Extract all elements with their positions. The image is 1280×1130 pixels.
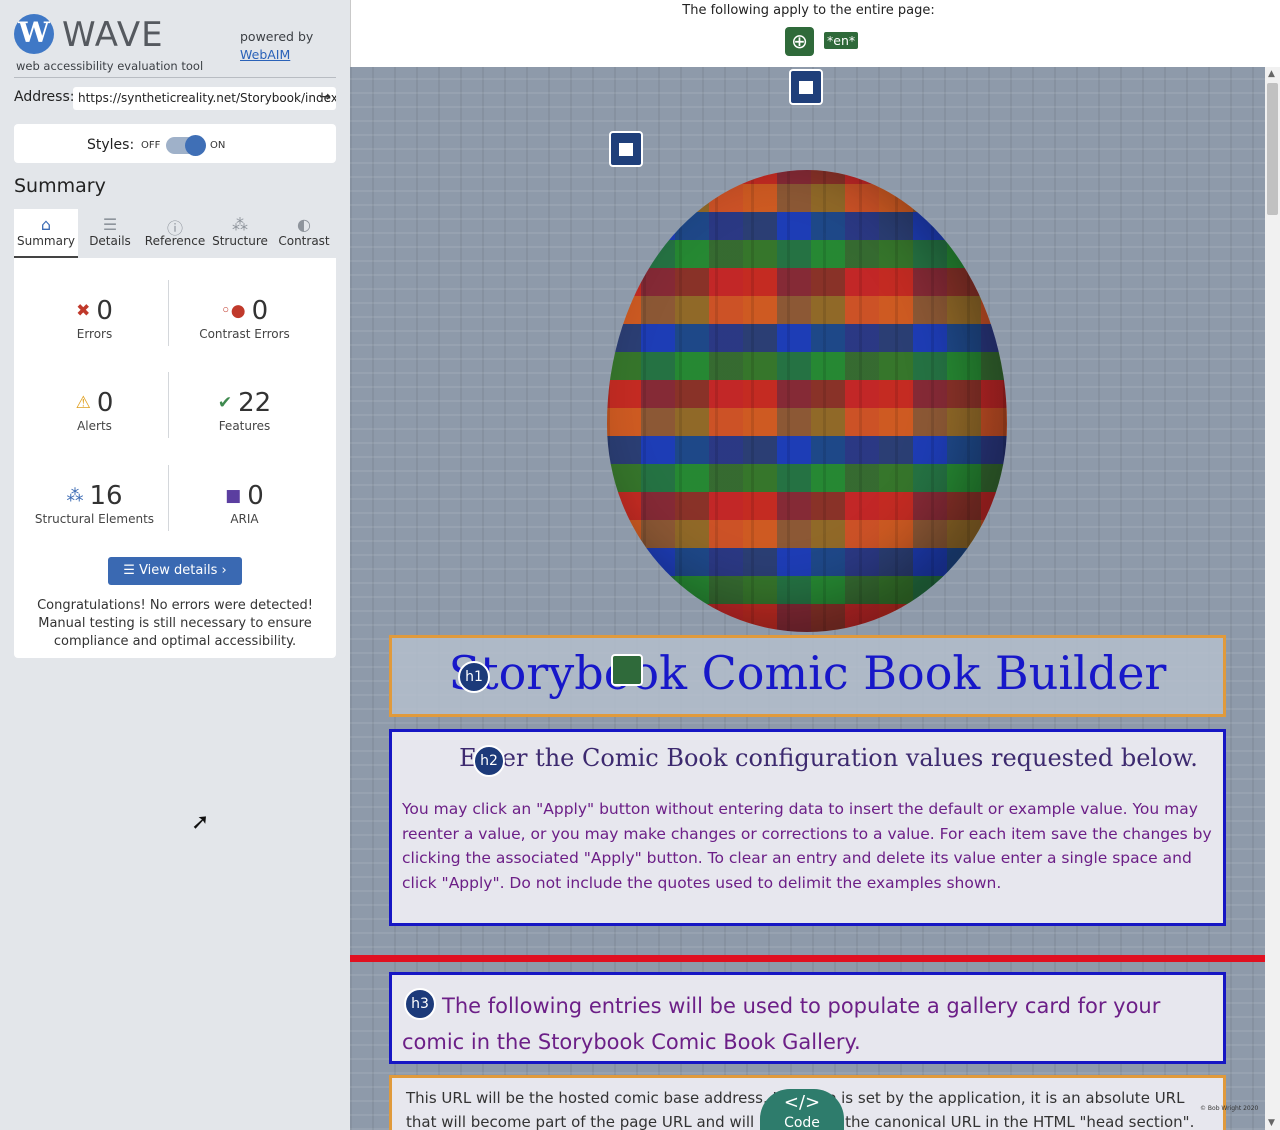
summary-panel: ✖ 0 Errors ◦● 0 Contrast Errors ⚠ 0 Alerts … — [14, 258, 336, 658]
tab-label: Details — [89, 234, 131, 248]
contrast-errors-label: Contrast Errors — [199, 327, 290, 341]
list-icon: ☰ — [102, 215, 118, 234]
view-details-button[interactable]: ☰ View details › — [108, 557, 242, 585]
alerts-label: Alerts — [77, 419, 112, 433]
aria-cube-icon: ■ — [225, 486, 242, 506]
aria-label: ARIA — [230, 512, 259, 526]
alert-icon: ⚠ — [75, 393, 91, 413]
styles-on-label: ON — [210, 140, 226, 151]
scrollbar-thumb[interactable] — [1267, 83, 1278, 215]
info-icon: ⓘ — [166, 219, 183, 238]
image-alt-icon[interactable] — [611, 654, 643, 686]
code-label: Code — [784, 1115, 820, 1130]
features-count: 22 — [238, 388, 272, 418]
feature-check-icon: ✔ — [217, 393, 233, 413]
code-icon: </> — [783, 1092, 821, 1113]
evaluated-page: Storybook Comic Book Builder h1 Enter th… — [350, 67, 1265, 1130]
panel-tabs: ⌂ Summary ☰ Details ⓘ Reference ⁂ Struct… — [14, 209, 336, 258]
tab-details[interactable]: ☰ Details — [78, 209, 142, 258]
region-landmark-icon[interactable] — [609, 131, 643, 167]
tab-reference[interactable]: ⓘ Reference — [142, 209, 208, 258]
contrast-icon: ◐ — [297, 215, 311, 234]
region-landmark-icon[interactable] — [789, 69, 823, 105]
styles-off-label: OFF — [141, 140, 161, 151]
stat-errors[interactable]: ✖ 0 Errors — [14, 296, 175, 341]
stat-structural[interactable]: ⁂ 16 Structural Elements — [14, 481, 175, 526]
structural-count: 16 — [89, 481, 123, 511]
errors-count: 0 — [96, 296, 113, 326]
code-toggle-button[interactable]: </> Code — [760, 1089, 844, 1130]
page-title: Storybook Comic Book Builder — [448, 646, 1167, 700]
h3-heading: The following entries will be used to po… — [402, 994, 1161, 1054]
hierarchy-icon: ⁂ — [232, 215, 248, 234]
styles-toggle[interactable] — [166, 135, 206, 156]
tab-label: Summary — [17, 234, 75, 248]
address-input[interactable]: https://syntheticreality.net/Storybook/i… — [73, 87, 336, 110]
stat-aria[interactable]: ■ 0 ARIA — [164, 481, 325, 526]
structural-label: Structural Elements — [34, 512, 155, 526]
wave-logo-row: W WAVE web accessibility evaluation tool… — [14, 14, 336, 78]
address-label: Address: — [14, 89, 75, 105]
stat-contrast-errors[interactable]: ◦● 0 Contrast Errors — [164, 296, 325, 341]
arrow-right-icon[interactable]: → — [319, 89, 331, 105]
wave-logo-text[interactable]: WAVE — [62, 15, 164, 55]
page-scrollbar[interactable]: ▲ ▼ — [1265, 67, 1280, 1130]
language-globe-icon[interactable]: ⊕ — [785, 27, 814, 56]
h1-banner: Storybook Comic Book Builder — [389, 635, 1226, 717]
page-level-bar: The following apply to the entire page: … — [350, 0, 1280, 67]
contrast-error-icon: ◦● — [220, 301, 246, 321]
error-icon: ✖ — [76, 301, 91, 321]
tab-label: Reference — [144, 234, 206, 248]
list-icon: ☰ — [123, 563, 140, 578]
h2-badge-icon[interactable]: h2 — [473, 745, 505, 777]
stat-alerts[interactable]: ⚠ 0 Alerts — [14, 388, 175, 433]
hierarchy-icon: ⁂ — [66, 486, 84, 506]
toggle-knob — [185, 135, 206, 156]
tab-summary[interactable]: ⌂ Summary — [14, 209, 78, 258]
styles-panel: Styles: OFF ON — [14, 124, 336, 163]
alerts-count: 0 — [96, 388, 114, 418]
powered-by: powered by WebAIM — [240, 28, 313, 64]
home-icon: ⌂ — [40, 215, 52, 234]
divider-line — [350, 955, 1265, 962]
tab-label: Structure — [212, 234, 268, 248]
wave-logo-icon[interactable]: W — [14, 14, 54, 54]
tab-structure[interactable]: ⁂ Structure — [208, 209, 272, 258]
styles-label: Styles: — [87, 137, 135, 153]
address-value: https://syntheticreality.net/Storybook/i… — [78, 91, 336, 105]
aria-count: 0 — [247, 481, 264, 511]
features-label: Features — [218, 419, 271, 433]
view-details-label: View details › — [139, 563, 227, 578]
contrast-errors-count: 0 — [251, 296, 269, 326]
language-tag[interactable]: *en* — [824, 32, 859, 49]
wave-tagline: web accessibility evaluation tool — [16, 59, 204, 73]
h3-badge-icon[interactable]: h3 — [404, 988, 436, 1020]
summary-heading: Summary — [14, 175, 106, 197]
h1-badge-icon[interactable]: h1 — [458, 661, 490, 693]
tab-label: Contrast — [278, 234, 330, 248]
stat-features[interactable]: ✔ 22 Features — [164, 388, 325, 433]
copyright-note: © Bob Wright 2020 — [1200, 1105, 1259, 1112]
instructions-box: Enter the Comic Book configuration value… — [389, 729, 1226, 926]
scroll-down-icon[interactable]: ▼ — [1268, 1118, 1275, 1128]
congrats-message: Congratulations! No errors were detected… — [37, 598, 313, 649]
gallery-heading-box: The following entries will be used to po… — [389, 972, 1226, 1064]
webaim-link[interactable]: WebAIM — [240, 47, 290, 62]
scroll-up-icon[interactable]: ▲ — [1268, 69, 1275, 79]
powered-by-label: powered by — [240, 29, 314, 44]
egg-pattern-overlay — [607, 170, 1007, 632]
wave-sidebar: W WAVE web accessibility evaluation tool… — [0, 0, 350, 1130]
mouse-cursor-icon: ➚ — [191, 810, 210, 835]
instructions-text: You may click an "Apply" button without … — [402, 800, 1212, 892]
page-level-text: The following apply to the entire page: — [682, 3, 935, 18]
errors-label: Errors — [76, 327, 113, 341]
tab-contrast[interactable]: ◐ Contrast — [272, 209, 336, 258]
h2-heading: Enter the Comic Book configuration value… — [459, 744, 1198, 772]
